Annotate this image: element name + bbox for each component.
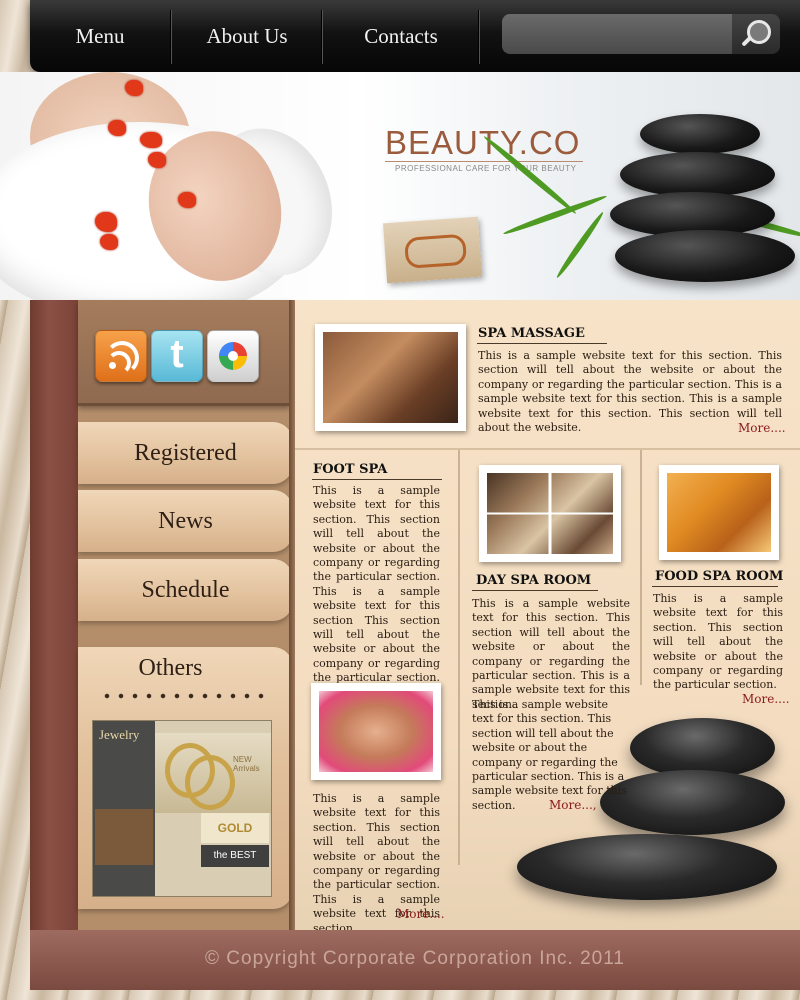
spa-massage-title: SPA MASSAGE [478, 326, 585, 341]
foot-spa-title: FOOT SPA [313, 462, 388, 477]
spa-stone [630, 718, 775, 778]
day-spa-title: DAY SPA ROOM [476, 573, 592, 588]
spa-massage-more-link[interactable]: More.... [738, 421, 786, 435]
spa-massage-text: This is a sample website text for this s… [478, 349, 782, 435]
flower-petal [95, 212, 117, 232]
title-underline [652, 586, 778, 587]
day-spa-more-link[interactable]: More..., [549, 798, 597, 812]
header-banner: BEAUTY.CO PROFESSIONAL CARE FOR YOUR BEA… [0, 72, 800, 300]
search-input[interactable] [502, 14, 737, 54]
brand-title: BEAUTY.CO [385, 124, 581, 161]
rss-button[interactable] [95, 330, 147, 382]
foot-spa-text: This is a sample website text for this s… [313, 484, 440, 713]
food-spa-title: FOOD SPA ROOM [655, 569, 784, 584]
food-spa-more-link[interactable]: More.... [742, 692, 790, 706]
flower-petal [178, 192, 196, 208]
flower-petal [108, 120, 126, 136]
dotted-divider [100, 693, 265, 699]
nav-contacts[interactable]: Contacts [323, 0, 479, 72]
nav-divider [478, 10, 480, 64]
day-spa-text: This is a sample website text for this s… [472, 597, 630, 711]
day-spa-text-2: This is a sample website text for this s… [472, 698, 627, 812]
sidebar-item-news[interactable]: News [78, 490, 293, 552]
jewelry-banner: NEW Arrivals [155, 733, 271, 813]
picasa-button[interactable] [207, 330, 259, 382]
jewelry-sidebar: Jewelry [93, 721, 155, 896]
copyright-text: © Copyright Corporate Corporation Inc. 2… [205, 948, 625, 969]
flower-petal [148, 152, 166, 168]
flower-petal [125, 80, 143, 96]
content-divider [295, 448, 800, 450]
brand-tagline: PROFESSIONAL CARE FOR YOUR BEAUTY [395, 164, 577, 173]
spa-stone [640, 114, 760, 154]
frame-left [30, 300, 78, 990]
picasa-icon [219, 342, 247, 370]
spa-stone [517, 834, 777, 900]
spa-massage-photo [315, 324, 466, 431]
jewelry-best-badge: the BEST [201, 845, 269, 867]
pearl-image [95, 809, 153, 865]
column-divider [458, 450, 460, 865]
gold-ring [185, 755, 235, 810]
food-spa-photo [659, 465, 779, 560]
spa-stone [620, 152, 775, 197]
nav-about-us[interactable]: About Us [172, 0, 322, 72]
sidebar-item-schedule[interactable]: Schedule [78, 559, 293, 621]
title-underline [472, 590, 598, 591]
sidebar-item-registered[interactable]: Registered [78, 422, 293, 484]
twitter-button[interactable]: t [151, 330, 203, 382]
search-button[interactable] [732, 14, 780, 54]
brand-underline [385, 161, 583, 162]
jewelry-logo: Jewelry [99, 727, 140, 742]
reserved-card [383, 216, 482, 284]
jewelry-gold-badge: GOLD [201, 813, 269, 843]
foot-spa-more-link[interactable]: More.... [397, 907, 445, 921]
day-spa-photo [479, 465, 621, 562]
others-title: Others [138, 655, 203, 681]
flower-petal [140, 132, 162, 148]
title-underline [312, 479, 442, 480]
title-underline [477, 343, 607, 344]
jewelry-template-thumbnail[interactable]: Jewelry NEW Arrivals GOLD the BEST [92, 720, 272, 897]
column-divider [640, 450, 642, 685]
top-navbar: Menu About Us Contacts [30, 0, 800, 72]
spa-stone [615, 230, 795, 282]
flower-petal [100, 234, 118, 250]
food-spa-text: This is a sample website text for this s… [653, 592, 783, 692]
bamboo-leaf [554, 210, 606, 280]
jewelry-headline: NEW Arrivals [233, 755, 260, 773]
foot-spa-photo [311, 683, 441, 780]
nav-menu[interactable]: Menu [30, 0, 170, 72]
twitter-icon: t [170, 332, 184, 376]
